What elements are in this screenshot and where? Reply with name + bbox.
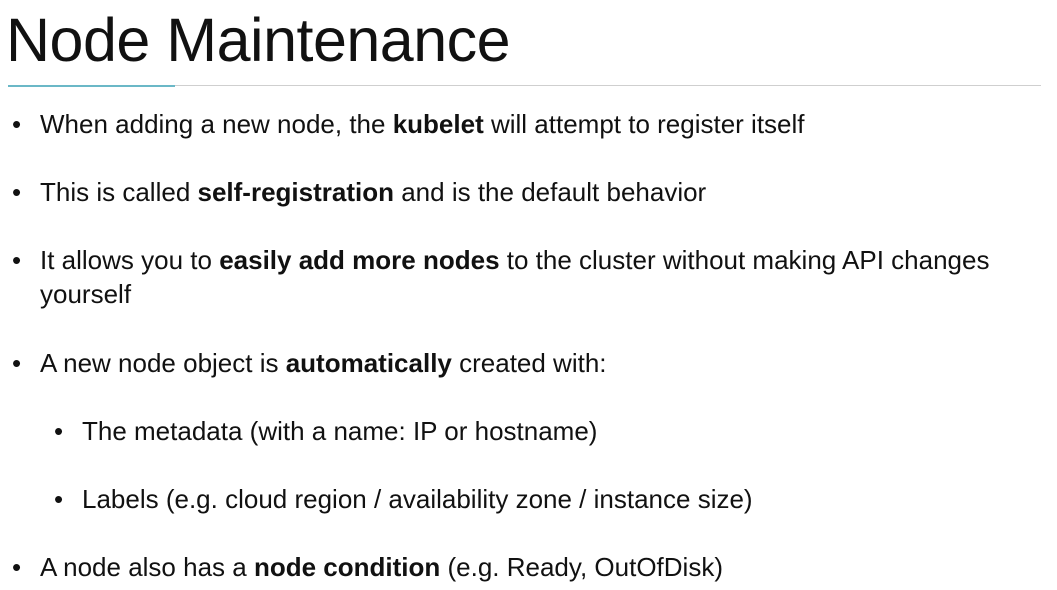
sub-bullet-item: • Labels (e.g. cloud region / availabili… xyxy=(54,482,982,516)
bullet-dot-icon: • xyxy=(12,348,22,378)
bullet-dot-icon: • xyxy=(12,552,22,582)
bullet-text: Labels (e.g. cloud region / availability… xyxy=(82,484,753,514)
bullet-item: • A node also has a node condition (e.g.… xyxy=(12,550,1000,584)
bullet-text: This is called self-registration and is … xyxy=(40,177,707,207)
bullet-item: • When adding a new node, the kubelet wi… xyxy=(12,107,1000,141)
bullet-item: • A new node object is automatically cre… xyxy=(12,346,1000,380)
bullet-text: It allows you to easily add more nodes t… xyxy=(40,245,990,309)
bullet-item: • It allows you to easily add more nodes… xyxy=(12,243,1000,311)
bullet-text: When adding a new node, the kubelet will… xyxy=(40,109,805,139)
bullet-text: The metadata (with a name: IP or hostnam… xyxy=(82,416,598,446)
bullet-list: • When adding a new node, the kubelet wi… xyxy=(0,0,1057,590)
bullet-dot-icon: • xyxy=(12,245,22,275)
bullet-dot-icon: • xyxy=(12,109,22,139)
bullet-dot-icon: • xyxy=(54,484,64,514)
bullet-dot-icon: • xyxy=(12,177,22,207)
bullet-text: A node also has a node condition (e.g. R… xyxy=(40,552,723,582)
sub-bullet-item: • The metadata (with a name: IP or hostn… xyxy=(54,414,982,448)
bullet-text: A new node object is automatically creat… xyxy=(40,348,607,378)
bullet-item: • This is called self-registration and i… xyxy=(12,175,1000,209)
bullet-dot-icon: • xyxy=(54,416,64,446)
